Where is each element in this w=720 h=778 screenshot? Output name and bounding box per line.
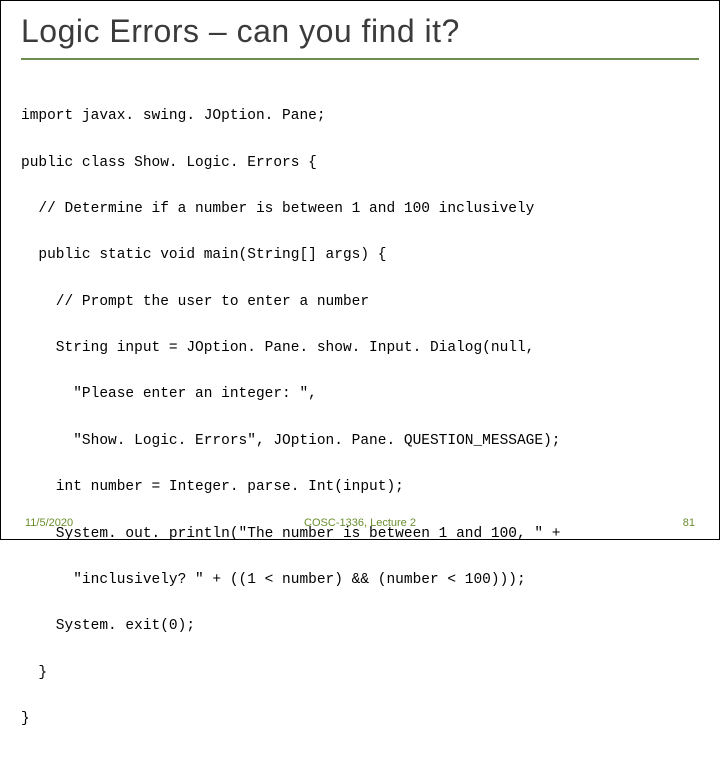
code-line: // Prompt the user to enter a number xyxy=(21,291,699,314)
slide: Logic Errors – can you find it? import j… xyxy=(1,1,719,539)
code-line: } xyxy=(21,662,699,685)
code-line: import javax. swing. JOption. Pane; xyxy=(21,105,699,128)
code-line: int number = Integer. parse. Int(input); xyxy=(21,476,699,499)
code-line: public static void main(String[] args) { xyxy=(21,244,699,267)
code-line: "Show. Logic. Errors", JOption. Pane. QU… xyxy=(21,430,699,453)
footer: 11/5/2020 COSC-1336, Lecture 2 81 xyxy=(1,517,719,529)
slide-title: Logic Errors – can you find it? xyxy=(21,13,699,60)
code-block: import javax. swing. JOption. Pane; publ… xyxy=(21,82,699,778)
footer-page: 81 xyxy=(683,517,695,529)
code-line: String input = JOption. Pane. show. Inpu… xyxy=(21,337,699,360)
code-line: // Determine if a number is between 1 an… xyxy=(21,198,699,221)
footer-date: 11/5/2020 xyxy=(25,517,73,529)
code-line: } xyxy=(21,708,699,731)
footer-center: COSC-1336, Lecture 2 xyxy=(304,517,416,529)
code-line: System. exit(0); xyxy=(21,615,699,638)
code-line: public class Show. Logic. Errors { xyxy=(21,152,699,175)
code-line: "inclusively? " + ((1 < number) && (numb… xyxy=(21,569,699,592)
code-line: "Please enter an integer: ", xyxy=(21,383,699,406)
